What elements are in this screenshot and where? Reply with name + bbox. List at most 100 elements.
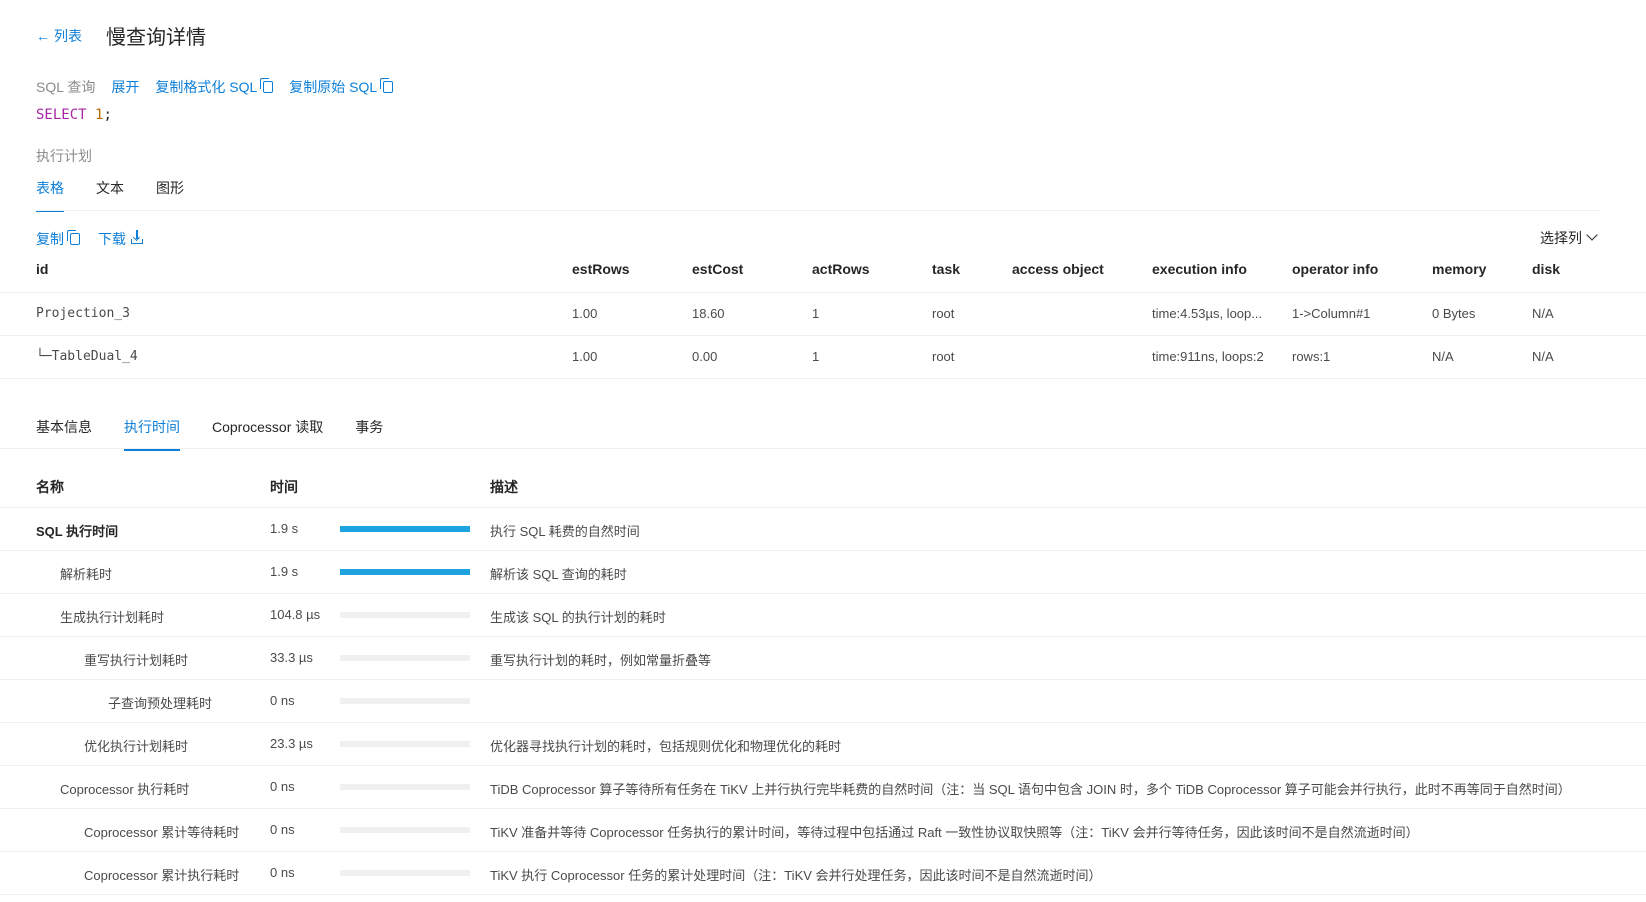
col-header-id[interactable]: id: [36, 261, 48, 277]
cell-estrows: 1.00: [572, 349, 598, 364]
tabs-divider: [36, 210, 1600, 211]
cell-name: Coprocessor 累计等待耗时: [84, 825, 240, 840]
cell-actrows: 1: [812, 349, 820, 364]
chevron-down-icon: [1586, 229, 1598, 241]
time-bar: [340, 827, 470, 833]
cell-execution-info: time:911ns, loops:2: [1152, 349, 1264, 364]
cell-name: Coprocessor 累计执行耗时: [84, 868, 240, 883]
copy-plan-label: 复制: [36, 231, 64, 247]
cell-execution-info: time:4.53µs, loop...: [1152, 306, 1263, 321]
cell-time: 23.3 µs: [270, 736, 313, 751]
cell-time: 33.3 µs: [270, 650, 313, 665]
col-header-disk[interactable]: disk: [1532, 261, 1560, 277]
cell-description: TiKV 准备并等待 Coprocessor 任务执行的累计时间，等待过程中包括…: [490, 825, 1419, 840]
time-bar: [340, 655, 470, 661]
tab-graph[interactable]: 图形: [156, 178, 184, 212]
copy-formatted-sql-button[interactable]: 复制格式化 SQL: [155, 77, 274, 97]
cell-description: TiKV 执行 Coprocessor 任务的累计处理时间（注：TiKV 会并行…: [490, 868, 1102, 883]
sql-keyword: SELECT: [36, 107, 87, 123]
tab-coprocessor-read[interactable]: Coprocessor 读取: [212, 417, 323, 451]
cell-task: root: [932, 349, 955, 364]
cell-description: 解析该 SQL 查询的耗时: [490, 567, 627, 582]
divider: [0, 808, 1646, 809]
col-header-access-object[interactable]: access object: [1012, 261, 1104, 277]
col-header-name: 名称: [36, 479, 64, 495]
col-header-execution-info[interactable]: execution info: [1152, 261, 1247, 277]
cell-time: 1.9 s: [270, 564, 299, 579]
divider: [0, 765, 1646, 766]
cell-disk: N/A: [1532, 306, 1554, 321]
tab-execution-time[interactable]: 执行时间: [124, 417, 180, 451]
cell-time: 1.9 s: [270, 521, 299, 536]
time-bar: [340, 698, 470, 704]
tab-transaction[interactable]: 事务: [355, 417, 383, 451]
cell-name: 解析耗时: [60, 567, 113, 582]
cell-name: Coprocessor 执行耗时: [60, 782, 190, 797]
detail-tabs: 基本信息 执行时间 Coprocessor 读取 事务: [36, 417, 383, 451]
copy-icon: [380, 78, 394, 93]
sql-code: SELECT 1;: [36, 107, 112, 123]
plan-label: 执行计划: [36, 148, 92, 164]
cell-description: 执行 SQL 耗费的自然时间: [490, 524, 640, 539]
time-bar: [340, 870, 470, 876]
sql-label: SQL 查询: [36, 79, 96, 95]
divider: [0, 335, 1646, 336]
back-to-list-link[interactable]: ← 列表: [36, 26, 82, 46]
cell-time: 0 ns: [270, 865, 295, 880]
copy-original-sql-label: 复制原始 SQL: [289, 79, 378, 95]
cell-name: 子查询预处理耗时: [108, 696, 213, 711]
cell-description: TiDB Coprocessor 算子等待所有任务在 TiKV 上并行执行完毕耗…: [490, 782, 1571, 797]
col-header-task[interactable]: task: [932, 261, 960, 277]
download-plan-label: 下载: [98, 231, 126, 247]
detail-tabs-divider: [0, 448, 1646, 449]
plan-tabs: 表格 文本 图形: [36, 178, 184, 212]
download-plan-button[interactable]: 下载: [98, 229, 143, 249]
page-title: 慢查询详情: [106, 27, 206, 49]
divider: [0, 292, 1646, 293]
col-header-memory[interactable]: memory: [1432, 261, 1486, 277]
cell-name: 重写执行计划耗时: [84, 653, 189, 668]
copy-icon: [67, 230, 80, 245]
divider: [0, 679, 1646, 680]
cell-actrows: 1: [812, 306, 820, 321]
sql-tail: ;: [103, 107, 112, 123]
cell-time: 104.8 µs: [270, 607, 321, 622]
copy-original-sql-button[interactable]: 复制原始 SQL: [289, 77, 394, 97]
select-columns-label: 选择列: [1540, 230, 1582, 246]
cell-name: 生成执行计划耗时: [60, 610, 165, 625]
col-header-operator-info[interactable]: operator info: [1292, 261, 1378, 277]
col-header-actrows[interactable]: actRows: [812, 261, 870, 277]
col-header-estcost[interactable]: estCost: [692, 261, 743, 277]
divider: [0, 507, 1646, 508]
cell-time: 0 ns: [270, 693, 295, 708]
cell-operator-info: 1->Column#1: [1292, 306, 1371, 321]
cell-description: 重写执行计划的耗时，例如常量折叠等: [490, 653, 712, 668]
time-bar: [340, 526, 470, 532]
cell-task: root: [932, 306, 955, 321]
col-header-description: 描述: [490, 479, 518, 495]
tab-basic-info[interactable]: 基本信息: [36, 417, 92, 451]
time-bar: [340, 612, 470, 618]
expand-button[interactable]: 展开: [111, 77, 139, 97]
time-bar: [340, 784, 470, 790]
time-bar-fill: [340, 569, 470, 575]
cell-name: 优化执行计划耗时: [84, 739, 189, 754]
arrow-left-icon: ←: [36, 28, 50, 44]
tab-text[interactable]: 文本: [96, 178, 124, 212]
col-header-time: 时间: [270, 479, 298, 495]
copy-plan-button[interactable]: 复制: [36, 229, 80, 249]
copy-icon: [260, 78, 274, 93]
cell-estcost: 0.00: [692, 349, 718, 364]
divider: [0, 722, 1646, 723]
time-bar: [340, 741, 470, 747]
tab-table[interactable]: 表格: [36, 178, 64, 212]
select-columns-button[interactable]: 选择列: [1540, 228, 1598, 248]
cell-disk: N/A: [1532, 349, 1554, 364]
cell-estcost: 18.60: [692, 306, 725, 321]
plan-actions: 复制 下载: [36, 229, 143, 249]
time-bar: [340, 569, 470, 575]
divider: [0, 851, 1646, 852]
cell-name: SQL 执行时间: [36, 524, 119, 539]
cell-time: 0 ns: [270, 779, 295, 794]
col-header-estrows[interactable]: estRows: [572, 261, 630, 277]
